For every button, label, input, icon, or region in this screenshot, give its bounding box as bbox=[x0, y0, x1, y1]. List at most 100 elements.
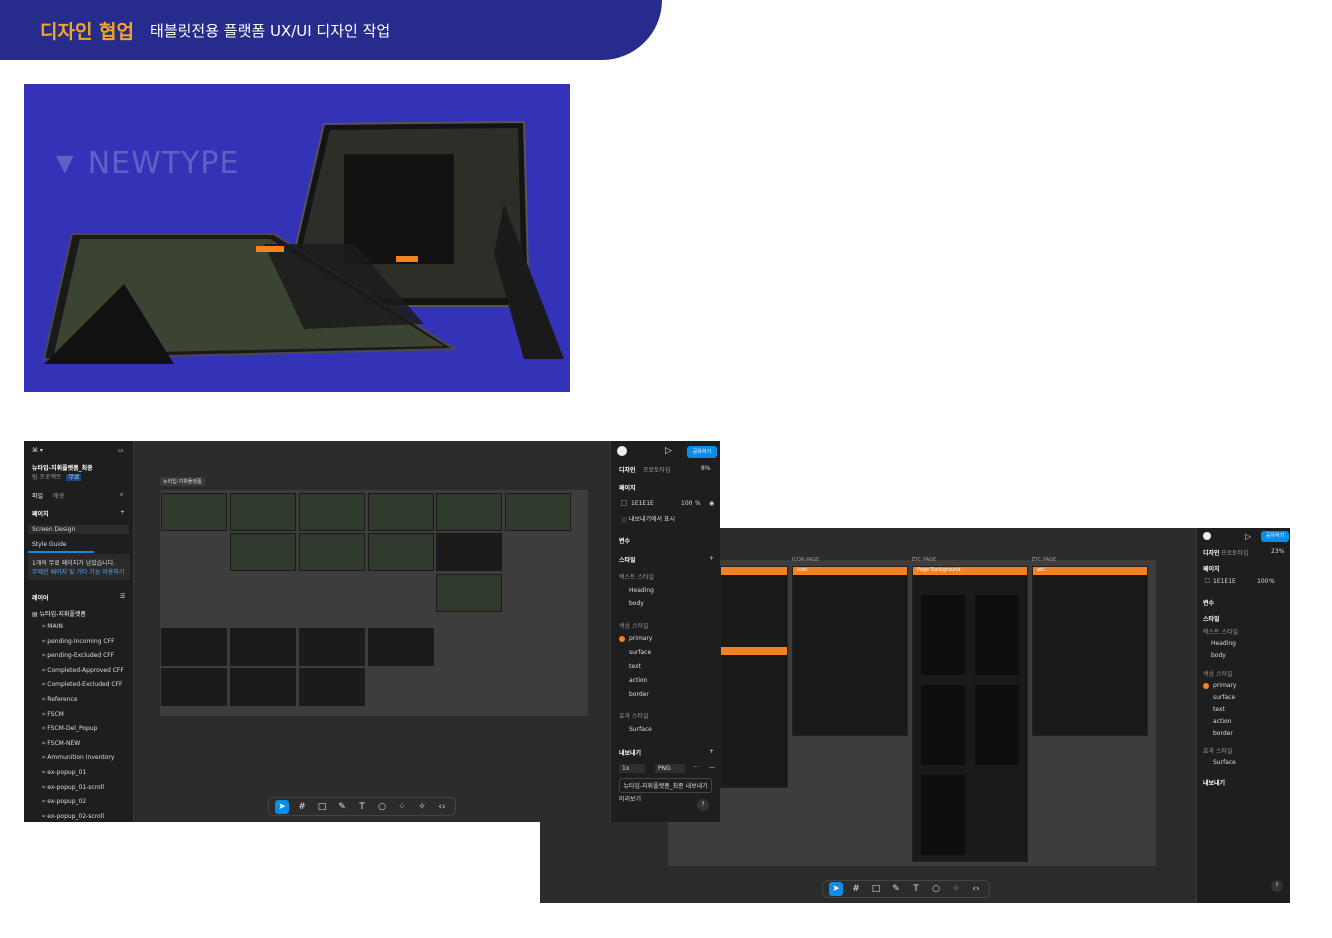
frame-left-partial[interactable] bbox=[720, 566, 788, 788]
zoom-level[interactable]: 8% bbox=[701, 465, 711, 472]
export-show-checkbox[interactable]: 내보내기에서 표시 bbox=[621, 514, 720, 523]
layer-item[interactable]: ⌗ ex-popup_02-scroll bbox=[42, 813, 133, 821]
page-color-swatch[interactable] bbox=[621, 500, 627, 506]
hero-tablet-image: ▼ NEWTYPE bbox=[24, 84, 570, 392]
comment-tool-icon[interactable]: ○ bbox=[929, 882, 943, 896]
export-scale-select[interactable]: 1x bbox=[619, 764, 645, 773]
play-icon[interactable]: ▷ bbox=[665, 446, 672, 456]
panel-toggle-icon[interactable]: ▭ bbox=[118, 447, 133, 454]
effect-style-surface[interactable]: Surface bbox=[629, 726, 720, 733]
add-export-icon[interactable]: + bbox=[709, 748, 720, 755]
visibility-eye-icon[interactable]: ◉ bbox=[709, 500, 714, 507]
text-styles-label: 텍스트 스타일 bbox=[1203, 629, 1239, 636]
remove-export-icon[interactable]: — bbox=[709, 764, 715, 771]
page-color-swatch[interactable] bbox=[1205, 578, 1210, 583]
ai-tool-icon[interactable]: ✧ bbox=[415, 800, 429, 814]
shape-tool-icon[interactable]: □ bbox=[869, 882, 883, 896]
move-tool-icon[interactable]: ➤ bbox=[829, 882, 843, 896]
page-opacity[interactable]: 100 bbox=[681, 500, 692, 507]
color-style-text[interactable]: text bbox=[629, 663, 720, 670]
text-tool-icon[interactable]: T bbox=[909, 882, 923, 896]
layer-item[interactable]: ⌗ pending-Excluded CFF bbox=[42, 652, 133, 660]
page-color-value[interactable]: 1E1E1E bbox=[631, 500, 654, 507]
search-icon[interactable]: ⌕ bbox=[120, 491, 123, 499]
layer-item[interactable]: ⌗ Completed-Approved CFF bbox=[42, 667, 133, 675]
page-opacity[interactable]: 100 bbox=[1257, 578, 1268, 585]
layers-label: 레이어 bbox=[32, 595, 49, 602]
layer-item[interactable]: ⌗ ex-popup_01-scroll bbox=[42, 784, 133, 792]
tab-file[interactable]: 파일 bbox=[32, 493, 43, 500]
zoom-level[interactable]: 23% bbox=[1271, 548, 1284, 555]
move-tool-icon[interactable]: ➤ bbox=[275, 799, 289, 814]
frame-icon-page[interactable]: Icon bbox=[792, 566, 908, 736]
text-style-body[interactable]: body bbox=[1211, 652, 1290, 659]
color-style-action[interactable]: action bbox=[1213, 718, 1290, 725]
color-style-border[interactable]: border bbox=[629, 691, 720, 698]
color-style-surface[interactable]: surface bbox=[629, 649, 720, 656]
layer-item[interactable]: ⌗ MAIN bbox=[42, 623, 133, 631]
frame-tool-icon[interactable]: # bbox=[849, 882, 863, 896]
dev-mode-icon[interactable]: ‹› bbox=[435, 800, 449, 814]
play-icon[interactable]: ▷ bbox=[1245, 532, 1251, 541]
file-name[interactable]: 뉴타입-지휘플랫폼_최종 bbox=[32, 463, 133, 472]
actions-tool-icon[interactable]: ⁘ bbox=[395, 800, 409, 814]
variables-label[interactable]: 변수 bbox=[619, 536, 720, 545]
layer-item[interactable]: ⌗ FSCM bbox=[42, 711, 133, 719]
avatar[interactable] bbox=[617, 446, 627, 456]
tab-prototype[interactable]: 프로토타입 bbox=[1221, 548, 1249, 557]
layer-item[interactable]: ⌗ Completed-Excluded CFF bbox=[42, 681, 133, 689]
help-button[interactable]: ? bbox=[1271, 880, 1283, 892]
variables-label[interactable]: 변수 bbox=[1203, 598, 1290, 607]
page-style-guide[interactable]: Style Guide bbox=[32, 541, 133, 548]
share-button[interactable]: 공유하기 bbox=[687, 446, 717, 458]
layer-item[interactable]: ⌗ pending-Incoming CFF bbox=[42, 638, 133, 646]
frame-etc[interactable]: etc. bbox=[1032, 566, 1148, 736]
add-page-icon[interactable]: + bbox=[120, 509, 133, 516]
tab-design[interactable]: 디자인 bbox=[619, 465, 636, 474]
layer-item[interactable]: ⌗ ex-popup_02 bbox=[42, 798, 133, 806]
add-style-icon[interactable]: + bbox=[709, 555, 720, 562]
layer-root[interactable]: ▤ 뉴타입-지휘플랫폼 bbox=[32, 609, 133, 618]
color-style-text[interactable]: text bbox=[1213, 706, 1290, 713]
share-button[interactable]: 공유하기 bbox=[1261, 531, 1289, 542]
figma-window-screen-design[interactable]: 뉴타입-지휘플랫폼 ➤ # □ ✎ T ○ ⁘ ✧ ‹› ⌘ ▾ ▭ 뉴타입-지… bbox=[24, 441, 720, 822]
export-button[interactable]: 뉴타입-지휘플랫폼_최종 내보내기 bbox=[619, 778, 712, 793]
frame-page-background[interactable]: Page Background bbox=[912, 566, 1028, 862]
layer-item[interactable]: ⌗ Ammunition Inventory bbox=[42, 754, 133, 762]
tab-prototype[interactable]: 프로토타입 bbox=[643, 465, 671, 474]
text-style-heading[interactable]: Heading bbox=[629, 587, 720, 594]
layer-item[interactable]: ⌗ FSCM-NEW bbox=[42, 740, 133, 748]
pen-tool-icon[interactable]: ✎ bbox=[335, 800, 349, 814]
tab-assets[interactable]: 에셋 bbox=[53, 493, 64, 500]
help-button[interactable]: ? bbox=[697, 799, 709, 811]
export-format-select[interactable]: PNG bbox=[655, 764, 685, 773]
page-screen-design[interactable]: Screen Design bbox=[28, 525, 129, 534]
upgrade-link[interactable]: 무제한 페이지 및 기타 기능 이용하기 bbox=[32, 567, 126, 576]
pen-tool-icon[interactable]: ✎ bbox=[889, 882, 903, 896]
layer-item[interactable]: ⌗ FSCM-Del_Popup bbox=[42, 725, 133, 733]
actions-tool-icon[interactable]: ⁘ bbox=[949, 882, 963, 896]
text-style-heading[interactable]: Heading bbox=[1211, 640, 1290, 647]
text-tool-icon[interactable]: T bbox=[355, 800, 369, 814]
color-style-primary[interactable]: primary bbox=[1203, 682, 1290, 689]
color-style-action[interactable]: action bbox=[629, 677, 720, 684]
avatar[interactable] bbox=[1203, 532, 1211, 540]
color-style-border[interactable]: border bbox=[1213, 730, 1290, 737]
page-color-value[interactable]: 1E1E1E bbox=[1213, 578, 1236, 585]
layer-item[interactable]: ⌗ ex-popup_01 bbox=[42, 769, 133, 777]
layer-item[interactable]: ⌗ Reference bbox=[42, 696, 133, 704]
more-options-icon[interactable]: ··· bbox=[693, 764, 699, 771]
text-style-body[interactable]: body bbox=[629, 600, 720, 607]
effect-style-surface[interactable]: Surface bbox=[1213, 759, 1290, 766]
color-style-primary[interactable]: primary bbox=[619, 635, 720, 642]
canvas-section-label[interactable]: 뉴타입-지휘플랫폼 bbox=[160, 477, 205, 486]
dev-mode-icon[interactable]: ‹› bbox=[969, 882, 983, 896]
comment-tool-icon[interactable]: ○ bbox=[375, 800, 389, 814]
tab-design[interactable]: 디자인 bbox=[1203, 548, 1220, 557]
color-style-surface[interactable]: surface bbox=[1213, 694, 1290, 701]
export-label[interactable]: 내보내기 bbox=[1203, 778, 1290, 787]
frame-tool-icon[interactable]: # bbox=[295, 800, 309, 814]
styles-label: 스타일 bbox=[619, 557, 636, 564]
shape-tool-icon[interactable]: □ bbox=[315, 800, 329, 814]
layers-menu-icon[interactable]: ☰ bbox=[120, 593, 133, 600]
